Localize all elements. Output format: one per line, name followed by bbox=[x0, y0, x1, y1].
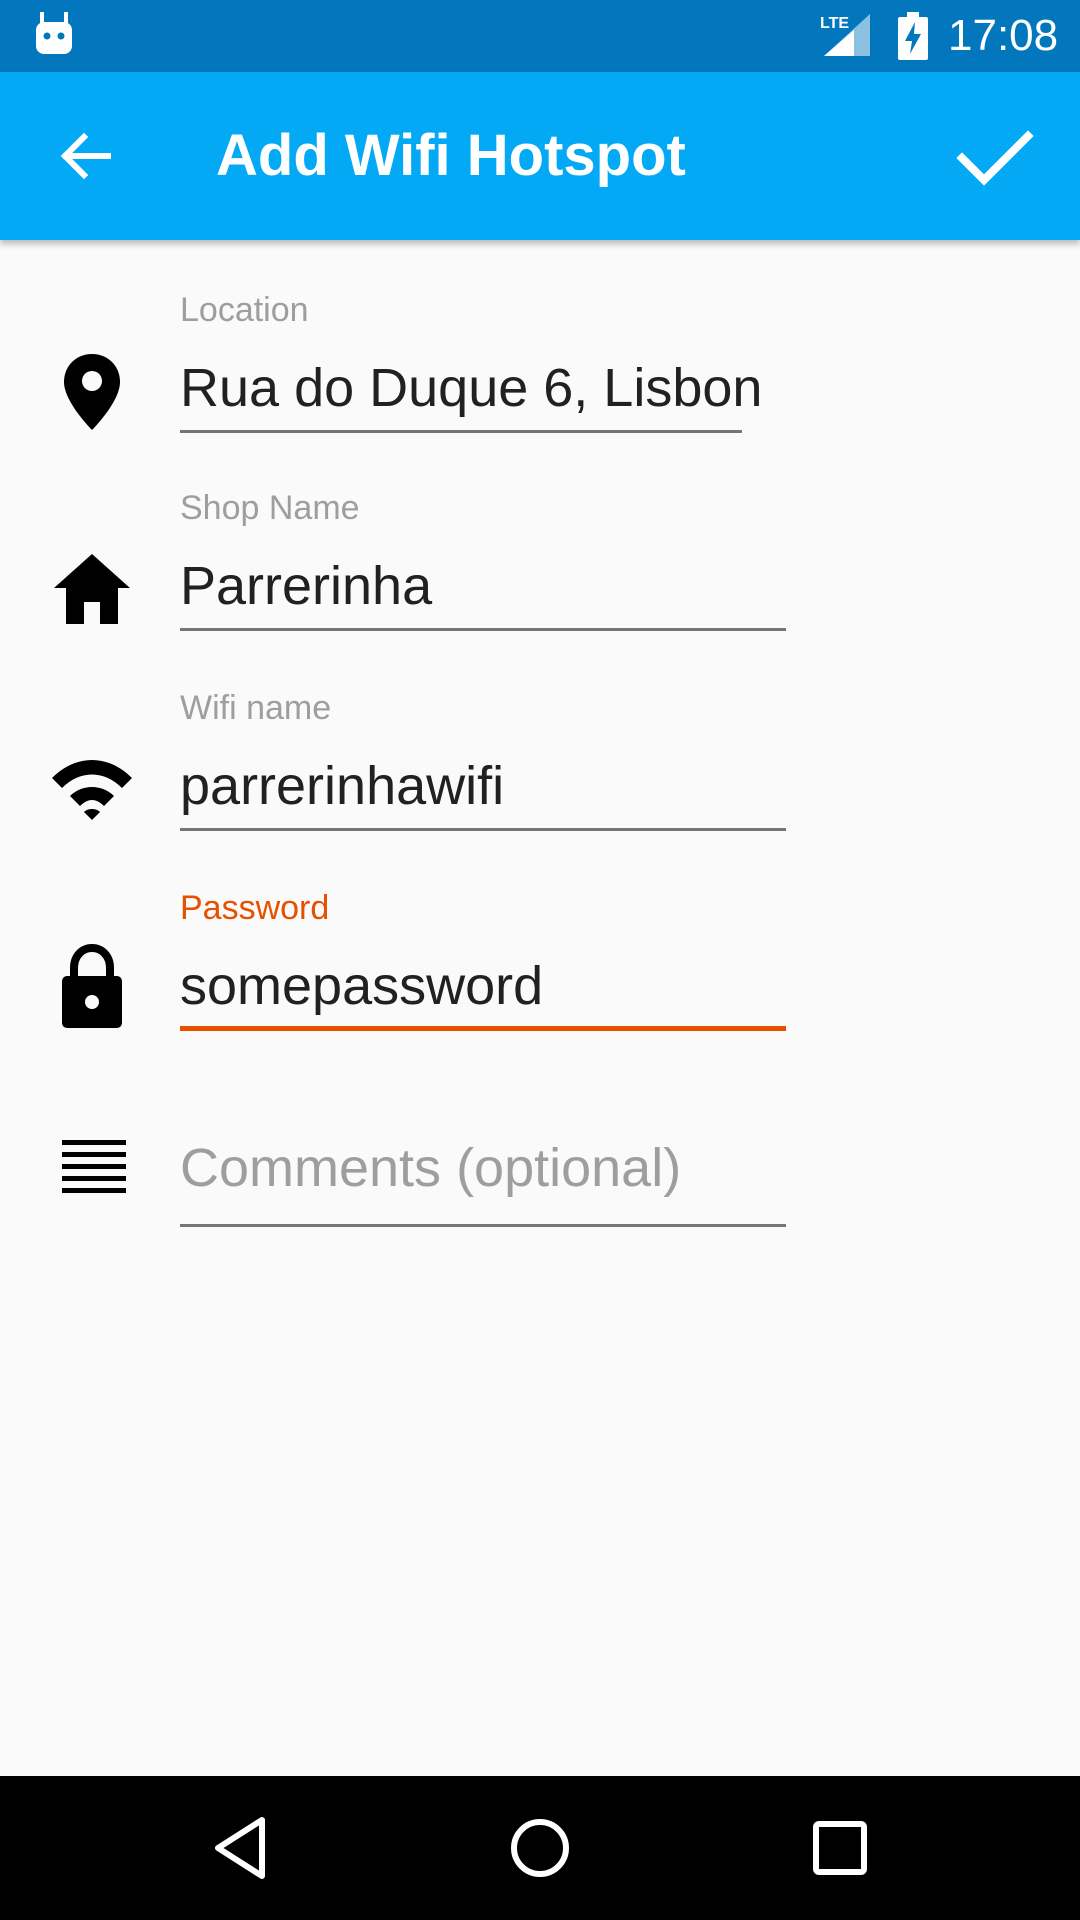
android-notification-icon bbox=[36, 12, 72, 54]
password-field: Password somepassword bbox=[0, 880, 1080, 1040]
shop-name-input[interactable]: Parrerinha bbox=[180, 554, 432, 618]
lock-icon bbox=[62, 943, 122, 1028]
location-underline bbox=[180, 430, 742, 433]
comments-field: Comments (optional) bbox=[0, 1110, 1080, 1230]
app-bar: Add Wifi Hotspot bbox=[0, 72, 1080, 240]
status-bar: LTE 17:08 bbox=[0, 0, 1080, 72]
recents-square-icon[interactable] bbox=[804, 1812, 876, 1884]
lte-signal-icon: LTE bbox=[820, 14, 870, 56]
comments-input[interactable]: Comments (optional) bbox=[180, 1136, 681, 1200]
battery-charging-icon bbox=[898, 12, 928, 60]
password-underline bbox=[180, 1026, 786, 1031]
shop-name-underline bbox=[180, 628, 786, 631]
shop-name-field: Shop Name Parrerinha bbox=[0, 480, 1080, 640]
status-clock: 17:08 bbox=[948, 11, 1059, 60]
wifi-name-input[interactable]: parrerinhawifi bbox=[180, 754, 504, 818]
comments-underline bbox=[180, 1224, 786, 1227]
location-pin-icon bbox=[64, 354, 120, 430]
wifi-icon bbox=[52, 760, 132, 820]
system-nav-bar bbox=[0, 1776, 1080, 1920]
wifi-name-label: Wifi name bbox=[180, 689, 332, 727]
password-input[interactable]: somepassword bbox=[180, 954, 543, 1018]
shop-name-label: Shop Name bbox=[180, 489, 360, 527]
check-icon[interactable] bbox=[954, 116, 1034, 196]
svg-text:LTE: LTE bbox=[820, 15, 849, 32]
arrow-back-icon[interactable] bbox=[50, 120, 122, 192]
wifi-name-underline bbox=[180, 828, 786, 831]
location-input[interactable]: Rua do Duque 6, Lisbon bbox=[180, 356, 762, 420]
back-triangle-icon[interactable] bbox=[204, 1812, 276, 1884]
page-title: Add Wifi Hotspot bbox=[216, 123, 686, 188]
password-label: Password bbox=[180, 889, 330, 927]
notes-icon bbox=[62, 1140, 126, 1193]
wifi-name-field: Wifi name parrerinhawifi bbox=[0, 680, 1080, 840]
location-label: Location bbox=[180, 291, 309, 329]
home-icon bbox=[54, 554, 130, 624]
home-circle-icon[interactable] bbox=[504, 1812, 576, 1884]
location-field: Location Rua do Duque 6, Lisbon bbox=[0, 282, 1080, 442]
